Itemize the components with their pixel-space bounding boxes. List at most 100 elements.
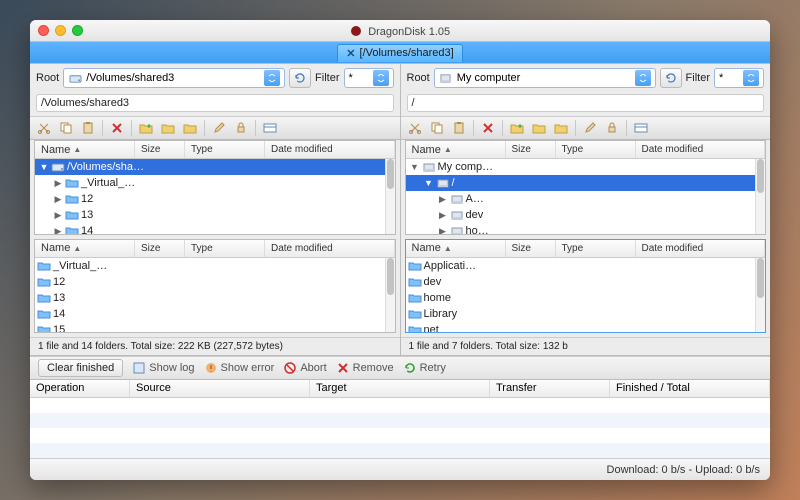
lock-button[interactable] <box>602 119 622 137</box>
list-row[interactable]: 12 <box>35 274 395 290</box>
col-size[interactable]: Size <box>506 141 556 158</box>
left-tree-header: Name▲ Size Type Date modified <box>35 141 395 159</box>
tree-row[interactable]: ▼/ <box>406 175 766 191</box>
left-path-field[interactable]: /Volumes/shared3 <box>36 94 394 112</box>
col-date[interactable]: Date modified <box>265 240 395 257</box>
view-button[interactable] <box>260 119 280 137</box>
list-row[interactable]: home <box>406 290 766 306</box>
opcol-finished[interactable]: Finished / Total <box>610 380 770 397</box>
retry-button[interactable]: Retry <box>404 362 446 374</box>
copy-button[interactable] <box>56 119 76 137</box>
disclosure-icon[interactable]: ▶ <box>53 194 63 205</box>
left-list[interactable]: Name▲ Size Type Date modified _Virtual_…… <box>34 239 396 334</box>
col-name[interactable]: Name▲ <box>406 240 506 257</box>
col-date[interactable]: Date modified <box>636 141 766 158</box>
col-size[interactable]: Size <box>135 141 185 158</box>
col-type[interactable]: Type <box>556 141 636 158</box>
delete-button[interactable] <box>478 119 498 137</box>
copy-button[interactable] <box>427 119 447 137</box>
folder-icon <box>37 292 51 304</box>
folder-btn3[interactable] <box>180 119 200 137</box>
list-row[interactable]: 13 <box>35 290 395 306</box>
tab-close-icon[interactable]: ✕ <box>346 47 355 60</box>
col-name[interactable]: Name▲ <box>406 141 506 158</box>
list-row[interactable]: dev <box>406 274 766 290</box>
newfolder-button[interactable] <box>136 119 156 137</box>
left-filter-dropdown[interactable]: * <box>344 68 394 88</box>
edit-button[interactable] <box>580 119 600 137</box>
view-button[interactable] <box>631 119 651 137</box>
col-type[interactable]: Type <box>185 240 265 257</box>
col-date[interactable]: Date modified <box>636 240 766 257</box>
tree-row[interactable]: ▼/Volumes/sha… <box>35 159 395 175</box>
scrollbar[interactable] <box>385 258 395 333</box>
disclosure-icon[interactable]: ▼ <box>424 178 434 188</box>
show-log-button[interactable]: Show log <box>133 362 194 374</box>
cut-button[interactable] <box>405 119 425 137</box>
left-toolbar <box>30 116 400 140</box>
folder-btn3[interactable] <box>551 119 571 137</box>
right-list[interactable]: Name▲ Size Type Date modified Applicati…… <box>405 239 767 334</box>
opcol-target[interactable]: Target <box>310 380 490 397</box>
left-tree[interactable]: Name▲ Size Type Date modified ▼/Volumes/… <box>34 140 396 235</box>
paste-button[interactable] <box>78 119 98 137</box>
disclosure-icon[interactable]: ▼ <box>39 162 49 172</box>
col-name[interactable]: Name▲ <box>35 240 135 257</box>
tree-row[interactable]: ▶13 <box>35 207 395 223</box>
edit-button[interactable] <box>209 119 229 137</box>
col-size[interactable]: Size <box>506 240 556 257</box>
tree-row[interactable]: ▶14 <box>35 223 395 234</box>
col-type[interactable]: Type <box>185 141 265 158</box>
scrollbar[interactable] <box>755 159 765 234</box>
scrollbar[interactable] <box>755 258 765 333</box>
tree-row[interactable]: ▼My comp… <box>406 159 766 175</box>
list-row[interactable]: 15 <box>35 322 395 333</box>
list-row[interactable]: Library <box>406 306 766 322</box>
right-filter-dropdown[interactable]: * <box>714 68 764 88</box>
list-row[interactable]: Applicati… <box>406 258 766 274</box>
right-path-field[interactable]: / <box>407 94 765 112</box>
disclosure-icon[interactable]: ▶ <box>53 226 63 234</box>
list-row[interactable]: net <box>406 322 766 333</box>
right-refresh-button[interactable] <box>660 68 682 88</box>
right-tree[interactable]: Name▲ Size Type Date modified ▼My comp…▼… <box>405 140 767 235</box>
disclosure-icon[interactable]: ▶ <box>438 210 448 221</box>
disclosure-icon[interactable]: ▶ <box>53 210 63 221</box>
left-root-dropdown[interactable]: /Volumes/shared3 <box>63 68 285 88</box>
left-path-row: /Volumes/shared3 <box>30 92 400 116</box>
disclosure-icon[interactable]: ▶ <box>438 194 448 205</box>
scrollbar[interactable] <box>385 159 395 234</box>
opcol-operation[interactable]: Operation <box>30 380 130 397</box>
right-root-dropdown[interactable]: My computer <box>434 68 656 88</box>
tree-row[interactable]: ▶_Virtual_… <box>35 175 395 191</box>
tree-row[interactable]: ▶ho… <box>406 223 766 234</box>
opcol-source[interactable]: Source <box>130 380 310 397</box>
delete-button[interactable] <box>107 119 127 137</box>
newfolder-button[interactable] <box>507 119 527 137</box>
left-refresh-button[interactable] <box>289 68 311 88</box>
disclosure-icon[interactable]: ▶ <box>53 178 63 189</box>
col-date[interactable]: Date modified <box>265 141 395 158</box>
folder-btn2[interactable] <box>529 119 549 137</box>
abort-button[interactable]: Abort <box>284 362 326 374</box>
paste-button[interactable] <box>449 119 469 137</box>
folder-btn2[interactable] <box>158 119 178 137</box>
list-row[interactable]: _Virtual_… <box>35 258 395 274</box>
tree-row[interactable]: ▶dev <box>406 207 766 223</box>
tab-volumes[interactable]: ✕ [/Volumes/shared3] <box>337 44 462 62</box>
clear-finished-button[interactable]: Clear finished <box>38 359 123 377</box>
folder-icon <box>65 177 79 189</box>
cut-button[interactable] <box>34 119 54 137</box>
disclosure-icon[interactable]: ▼ <box>410 162 420 172</box>
show-error-button[interactable]: Show error <box>205 362 275 374</box>
lock-button[interactable] <box>231 119 251 137</box>
disclosure-icon[interactable]: ▶ <box>438 226 448 234</box>
col-name[interactable]: Name▲ <box>35 141 135 158</box>
list-row[interactable]: 14 <box>35 306 395 322</box>
col-size[interactable]: Size <box>135 240 185 257</box>
tree-row[interactable]: ▶A… <box>406 191 766 207</box>
opcol-transfer[interactable]: Transfer <box>490 380 610 397</box>
tree-row[interactable]: ▶12 <box>35 191 395 207</box>
col-type[interactable]: Type <box>556 240 636 257</box>
remove-button[interactable]: Remove <box>337 362 394 374</box>
